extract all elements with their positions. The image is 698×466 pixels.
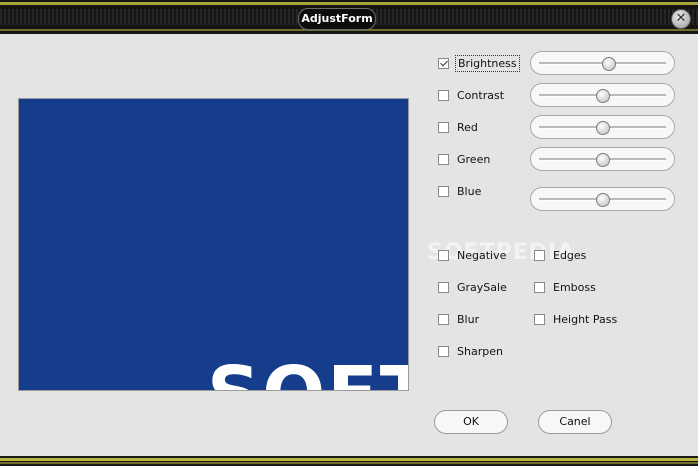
close-icon[interactable]: ✕ [671, 9, 691, 29]
blue-slider[interactable] [530, 187, 675, 211]
emboss-checkbox[interactable] [534, 281, 545, 293]
contrast-checkbox[interactable] [438, 89, 449, 101]
green-label: Green [457, 152, 491, 166]
sharpen-checkbox-row[interactable]: Sharpen [438, 343, 505, 359]
green-slider[interactable] [530, 147, 675, 171]
slider-thumb[interactable] [595, 89, 610, 103]
emboss-label: Emboss [553, 280, 596, 294]
blur-checkbox[interactable] [438, 313, 449, 325]
green-checkbox-row[interactable]: Green [438, 151, 492, 167]
slider-thumb[interactable] [595, 153, 610, 167]
blur-checkbox-row[interactable]: Blur [438, 311, 481, 327]
graysale-checkbox-row[interactable]: GraySale [438, 279, 509, 295]
red-slider[interactable] [530, 115, 675, 139]
brightness-checkbox-row[interactable]: Brightness [438, 54, 520, 72]
height-pass-checkbox[interactable] [534, 313, 545, 325]
green-checkbox[interactable] [438, 153, 449, 165]
ok-button[interactable]: OK [434, 410, 508, 434]
contrast-label: Contrast [457, 88, 505, 102]
blue-checkbox-row[interactable]: Blue [438, 183, 483, 199]
brightness-label: Brightness [455, 54, 520, 72]
graysale-checkbox[interactable] [438, 281, 449, 293]
red-checkbox-row[interactable]: Red [438, 119, 480, 135]
bottom-bar-stripe-dark [0, 462, 698, 464]
edges-checkbox-row[interactable]: Edges [534, 247, 588, 263]
slider-thumb[interactable] [595, 193, 610, 207]
brightness-checkbox[interactable] [438, 57, 449, 69]
red-checkbox[interactable] [438, 121, 449, 133]
negative-checkbox-row[interactable]: Negative [438, 247, 508, 263]
preview-image-text: SOFT [207, 357, 408, 390]
sharpen-label: Sharpen [457, 344, 503, 358]
slider-thumb[interactable] [595, 121, 610, 135]
sharpen-checkbox[interactable] [438, 345, 449, 357]
contrast-checkbox-row[interactable]: Contrast [438, 87, 506, 103]
title-bar: AdjustForm ✕ [0, 0, 698, 34]
blur-label: Blur [457, 312, 480, 326]
bottom-bar-stripe [0, 458, 698, 461]
cancel-button[interactable]: Canel [538, 410, 612, 434]
negative-checkbox[interactable] [438, 249, 449, 261]
brightness-slider[interactable] [530, 51, 675, 75]
edges-checkbox[interactable] [534, 249, 545, 261]
height-pass-label: Height Pass [553, 312, 618, 326]
slider-thumb[interactable] [601, 57, 616, 71]
title-bar-stripe-top [0, 2, 698, 5]
emboss-checkbox-row[interactable]: Emboss [534, 279, 598, 295]
contrast-slider[interactable] [530, 83, 675, 107]
red-label: Red [457, 120, 478, 134]
height-pass-checkbox-row[interactable]: Height Pass [534, 311, 619, 327]
adjust-form-window: AdjustForm ✕ SOFT Brightness Contrast Re… [0, 0, 698, 466]
window-title: AdjustForm [298, 8, 376, 30]
negative-label: Negative [457, 248, 507, 262]
blue-label: Blue [457, 184, 482, 198]
graysale-label: GraySale [457, 280, 507, 294]
edges-label: Edges [553, 248, 587, 262]
image-preview: SOFT [18, 98, 409, 391]
blue-checkbox[interactable] [438, 185, 449, 197]
bottom-bar [0, 456, 698, 466]
